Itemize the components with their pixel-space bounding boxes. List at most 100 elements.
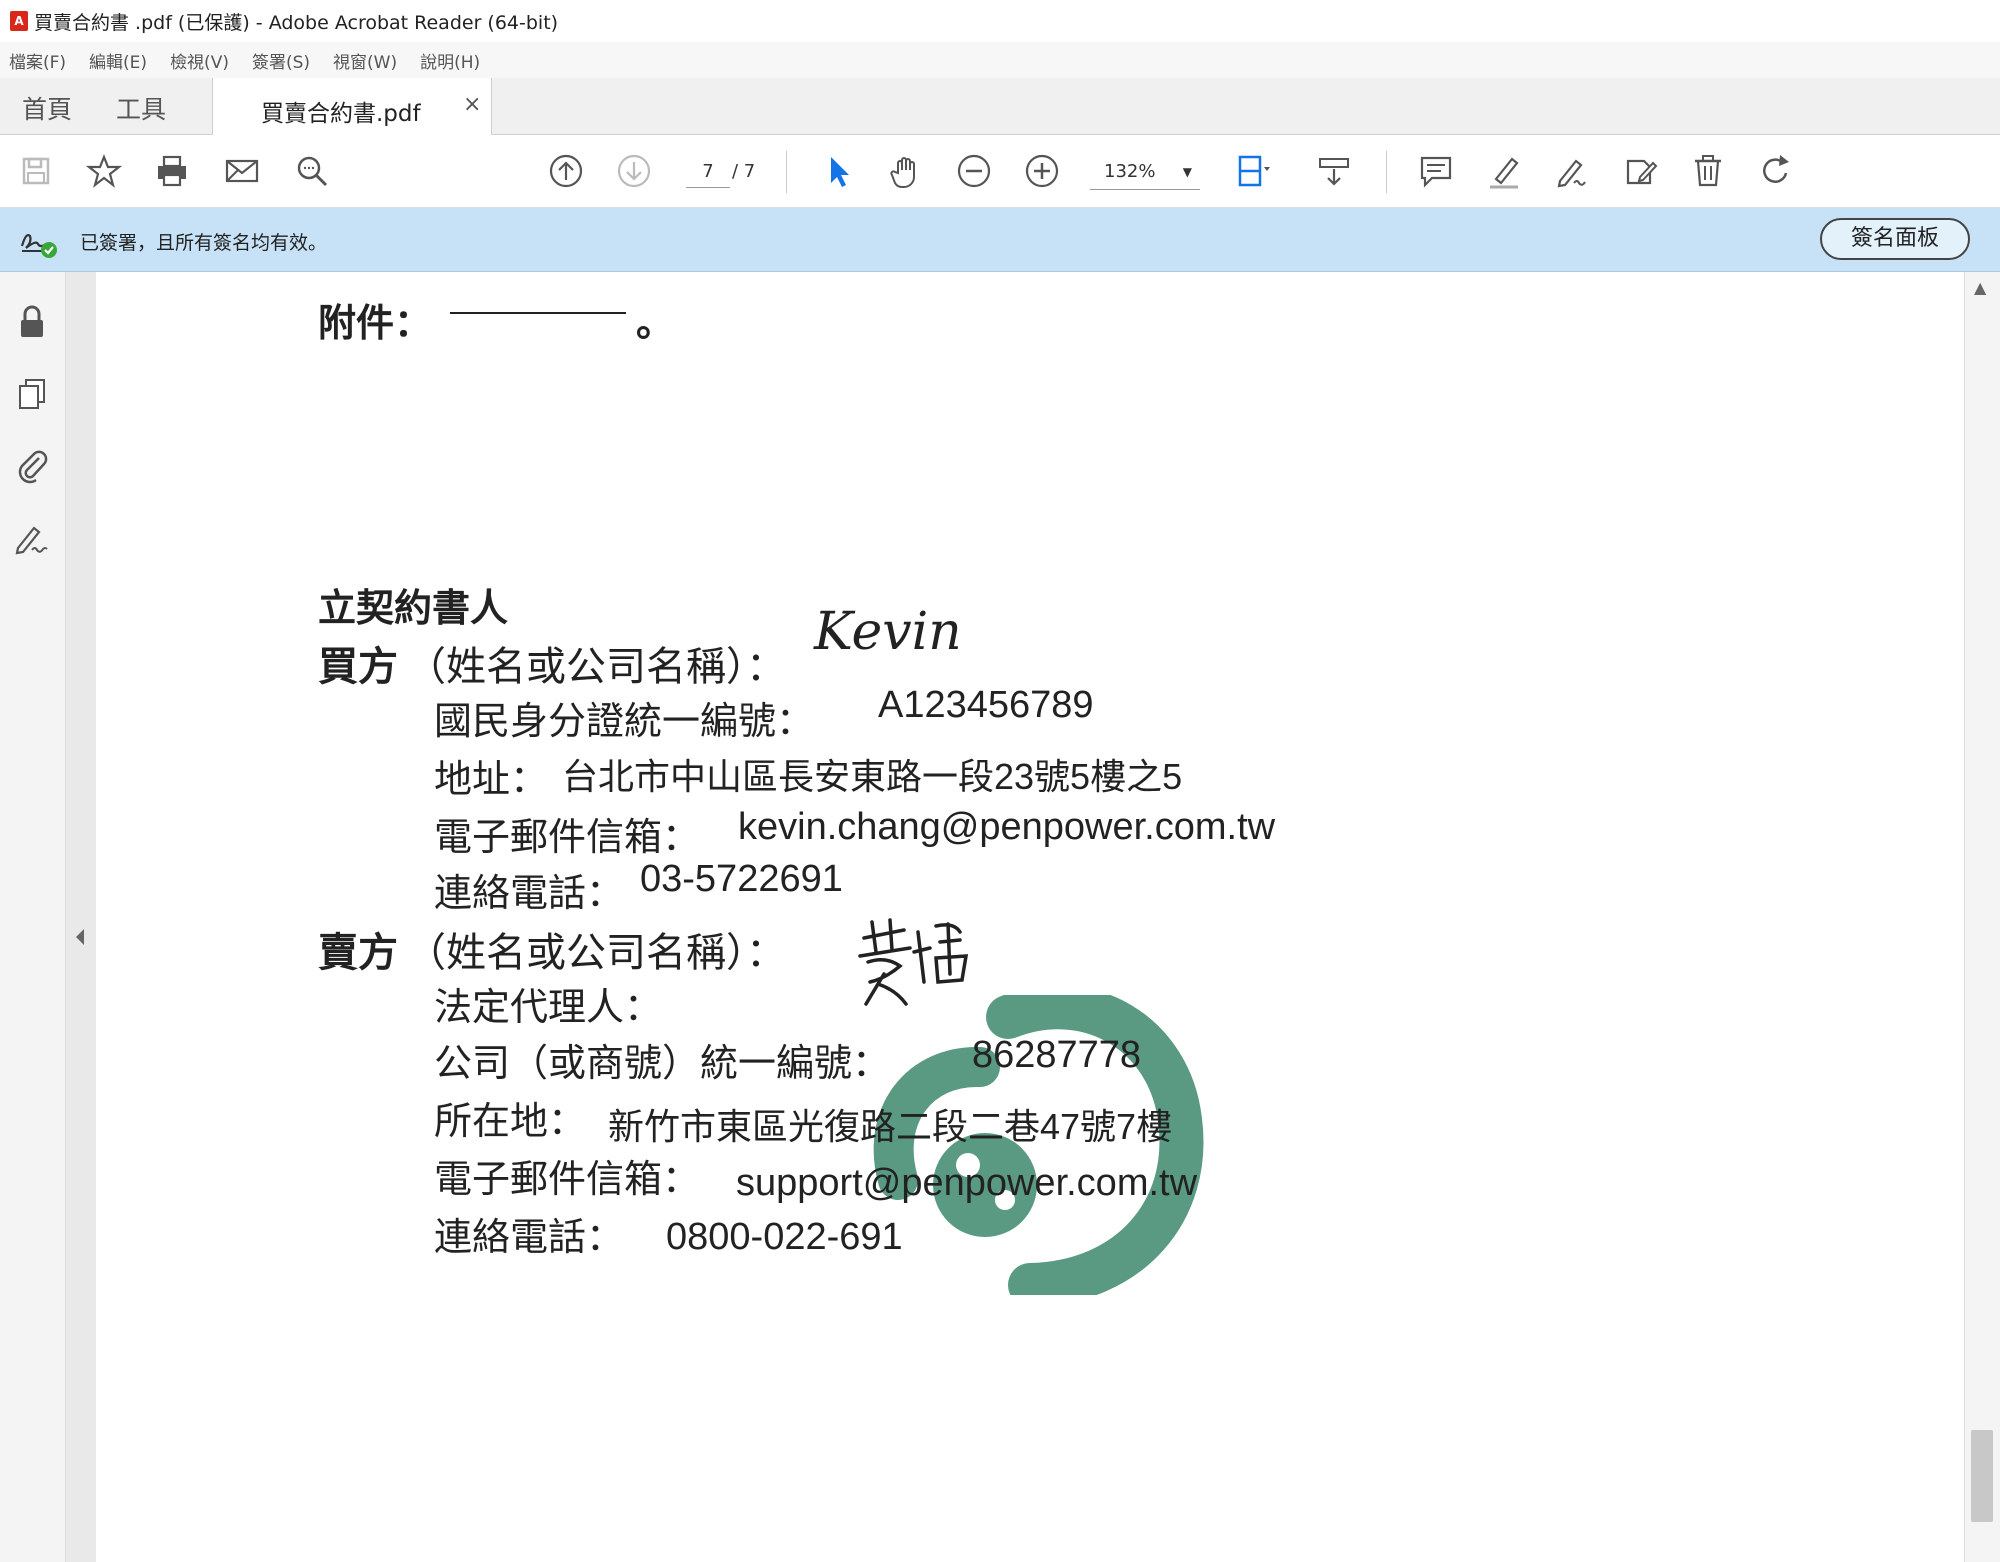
hand-tool-button[interactable] [884,149,928,193]
collapse-panel-icon[interactable] [74,927,86,947]
email-button[interactable] [220,149,264,193]
menu-sign[interactable]: 簽署(S) [252,48,310,73]
seller-representative-label: 法定代理人： [434,985,663,1029]
buyer-name-label: （姓名或公司名稱）： [406,644,786,690]
seller-location-value: 新竹市東區光復路二段二巷47號7樓 [608,1106,1173,1147]
menu-view[interactable]: 檢視(V) [170,48,229,73]
buyer-signature: Kevin [814,602,962,662]
hand-icon [890,157,915,189]
trash-icon [1695,155,1721,187]
page-total: / 7 [732,161,756,182]
fill-sign-button[interactable] [1550,149,1594,193]
lock-icon[interactable] [12,302,52,342]
menu-file[interactable]: 檔案(F) [9,48,66,73]
save-button[interactable] [14,149,58,193]
fit-page-icon [1238,155,1270,187]
signature-panel-button[interactable]: 簽名面板 [1820,218,1970,260]
menu-bar: 檔案(F) 編輯(E) 檢視(V) 簽署(S) 視窗(W) 說明(H) [0,42,2000,78]
comment-button[interactable] [1414,149,1458,193]
buyer-address-value: 台北市中山區長安東路一段23號5樓之5 [562,756,1183,797]
title-bar: A 買賣合約書 .pdf (已保護) - Adobe Acrobat Reade… [0,0,2000,42]
edit-text-button[interactable] [1618,149,1662,193]
menu-edit[interactable]: 編輯(E) [89,48,147,73]
highlight-button[interactable] [1482,149,1526,193]
seller-phone-label: 連絡電話： [434,1215,625,1259]
seller-email-value: support@penpower.com.tw [736,1162,1198,1204]
seller-company-id-label: 公司（或商號）統一編號： [434,1041,891,1085]
buyer-phone-label: 連絡電話： [434,871,625,915]
seller-label: 賣方 [318,929,398,976]
menu-window[interactable]: 視窗(W) [333,48,397,73]
star-icon [85,154,123,188]
print-button[interactable] [150,149,194,193]
buyer-address-label: 地址： [434,757,549,801]
seller-signature [858,918,969,1006]
left-navigation-rail [0,272,66,1562]
buyer-label: 買方 [318,643,398,690]
page-number-input[interactable]: 7 [686,157,730,188]
pdf-page: 附件： 。 立契約書人 買方 （姓名或公司名稱）： Kevin 國民身分證統一編… [96,272,1964,1562]
buyer-phone-value: 03-5722691 [640,858,843,900]
rotate-icon [1763,155,1789,183]
toolbar-divider [786,151,787,193]
arrow-down-circle-icon [617,154,651,188]
edit-document-icon [1626,159,1658,185]
seller-email-label: 電子郵件信箱： [434,1157,701,1201]
comment-icon [1420,156,1452,188]
seller-company-id-value: 86287778 [972,1034,1142,1076]
bookmark-button[interactable] [82,149,126,193]
search-button[interactable] [290,149,334,193]
seller-name-label: （姓名或公司名稱）： [406,930,786,976]
save-icon [22,157,50,185]
previous-page-button[interactable] [544,149,588,193]
attachment-label: 附件： [318,300,433,345]
tab-document[interactable]: 買賣合約書.pdf × [212,78,492,135]
attachment-blank [450,312,626,314]
chevron-down-icon: ▼ [1182,165,1192,179]
signatures-icon[interactable] [12,518,52,558]
next-page-button[interactable] [612,149,656,193]
fit-page-button[interactable] [1230,149,1274,193]
seller-location-label: 所在地： [434,1099,587,1143]
tab-tools[interactable]: 工具 [116,90,166,126]
print-icon [158,155,186,187]
scroll-up-icon[interactable]: ▲ [1974,278,1986,297]
sign-pen-icon [1557,159,1586,188]
tab-home[interactable]: 首頁 [22,90,72,126]
toolbar-divider [1386,151,1387,193]
seller-phone-value: 0800-022-691 [666,1216,903,1258]
zoom-in-icon [1025,154,1059,188]
document-viewport[interactable]: 附件： 。 立契約書人 買方 （姓名或公司名稱）： Kevin 國民身分證統一編… [66,272,1964,1562]
cursor-icon [831,157,849,187]
zoom-value: 132% [1104,161,1156,182]
signature-status-bar: 已簽署，且所有簽名均有效。 簽名面板 [0,208,2000,272]
vertical-scrollbar[interactable]: ▲ [1964,272,2000,1562]
scroll-mode-button[interactable] [1312,149,1356,193]
buyer-email-label: 電子郵件信箱： [434,815,701,859]
menu-help[interactable]: 說明(H) [420,48,480,73]
buyer-id-value: A123456789 [878,684,1094,726]
delete-button[interactable] [1686,149,1730,193]
buyer-id-label: 國民身分證統一編號： [434,699,815,743]
scroll-mode-icon [1319,158,1349,186]
window-title: 買賣合約書 .pdf (已保護) - Adobe Acrobat Reader … [34,11,559,34]
acrobat-icon: A [10,11,28,31]
scrollbar-thumb[interactable] [1971,1430,1993,1522]
zoom-in-button[interactable] [1020,149,1064,193]
zoom-out-icon [957,154,991,188]
toolbar: 7 / 7 132% ▼ [0,135,2000,208]
close-icon[interactable]: × [463,92,481,117]
attachment-icon[interactable] [12,444,52,484]
document-tab-label: 買賣合約書.pdf [261,101,421,127]
signature-valid-icon [20,234,57,258]
page-thumbnails-icon[interactable] [12,374,52,414]
tab-bar: 首頁 工具 買賣合約書.pdf × [0,78,2000,135]
buyer-email-value: kevin.chang@penpower.com.tw [738,806,1276,848]
rotate-button[interactable] [1754,149,1798,193]
attachment-end: 。 [636,300,675,345]
select-tool-button[interactable] [816,149,860,193]
mail-icon [225,159,259,183]
arrow-up-circle-icon [549,154,583,188]
zoom-out-button[interactable] [952,149,996,193]
zoom-dropdown[interactable]: 132% ▼ [1090,155,1200,190]
